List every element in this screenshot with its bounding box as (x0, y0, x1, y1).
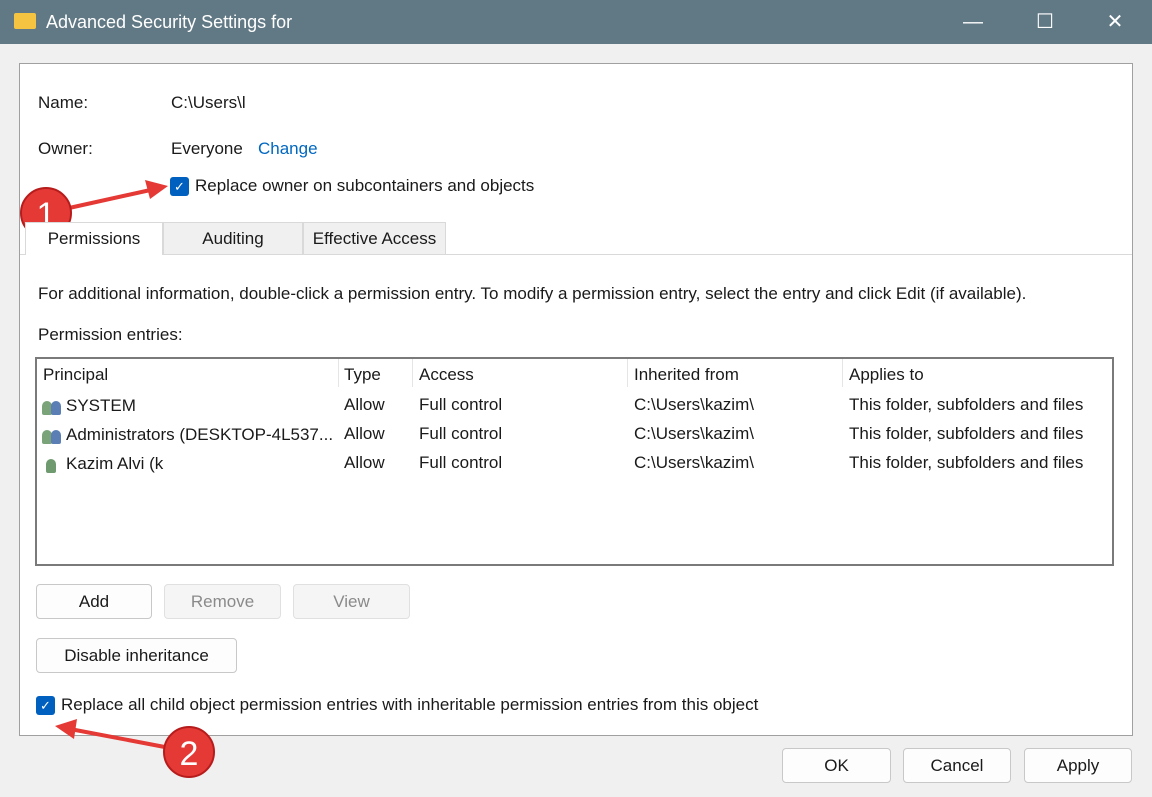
column-applies-to[interactable]: Applies to (849, 365, 924, 385)
annotation-number-2: 2 (180, 735, 199, 773)
name-value: C:\Users\l (171, 93, 246, 112)
column-divider (412, 359, 413, 387)
column-access[interactable]: Access (419, 365, 474, 385)
access: Full control (419, 453, 503, 472)
apply-button[interactable]: Apply (1024, 748, 1132, 783)
window-title: Advanced Security Settings for (46, 12, 293, 32)
permission-entries-label: Permission entries: (38, 325, 183, 344)
applies-to: This folder, subfolders and files (849, 424, 1084, 443)
principal: Administrators (DESKTOP-4L537... (66, 425, 334, 444)
table-row[interactable]: Administrators (DESKTOP-4L537... Allow F… (37, 422, 1112, 451)
access: Full control (419, 424, 503, 443)
column-divider (338, 359, 339, 387)
replace-child-permissions-label: Replace all child object permission entr… (61, 695, 759, 714)
owner-value: Everyone (171, 139, 243, 158)
info-text: For additional information, double-click… (38, 284, 1027, 303)
principal: SYSTEM (66, 396, 136, 415)
column-type[interactable]: Type (344, 365, 381, 385)
inherited-from: C:\Users\kazim\ (634, 453, 754, 472)
folder-icon (14, 13, 36, 29)
table-row[interactable]: SYSTEM Allow Full control C:\Users\kazim… (37, 393, 1112, 422)
replace-owner-label: Replace owner on subcontainers and objec… (195, 176, 535, 195)
ok-button[interactable]: OK (782, 748, 891, 783)
minimize-button[interactable]: — (958, 8, 988, 36)
applies-to: This folder, subfolders and files (849, 395, 1084, 414)
type: Allow (344, 453, 385, 472)
group-users-icon (42, 424, 62, 444)
replace-owner-checkbox[interactable]: ✓ (170, 177, 189, 196)
type: Allow (344, 424, 385, 443)
maximize-button[interactable]: ☐ (1030, 8, 1060, 36)
remove-button[interactable]: Remove (164, 584, 281, 619)
principal: Kazim Alvi (k (66, 454, 164, 473)
tab-divider (20, 254, 1132, 255)
access: Full control (419, 395, 503, 414)
tab-auditing[interactable]: Auditing (163, 222, 303, 254)
inherited-from: C:\Users\kazim\ (634, 424, 754, 443)
add-button[interactable]: Add (36, 584, 152, 619)
name-label: Name: (38, 93, 89, 112)
disable-inheritance-button[interactable]: Disable inheritance (36, 638, 237, 673)
permission-entries-table[interactable]: Principal Type Access Inherited from App… (35, 357, 1114, 566)
group-users-icon (42, 395, 62, 415)
owner-label: Owner: (38, 139, 93, 158)
view-button[interactable]: View (293, 584, 410, 619)
type: Allow (344, 395, 385, 414)
close-button[interactable]: ✕ (1100, 8, 1130, 36)
applies-to: This folder, subfolders and files (849, 453, 1084, 472)
table-row[interactable]: Kazim Alvi (k Allow Full control C:\User… (37, 451, 1112, 480)
user-icon (42, 453, 62, 473)
security-panel: Name: C:\Users\l Owner: Everyone Change … (19, 63, 1133, 736)
column-divider (627, 359, 628, 387)
cancel-button[interactable]: Cancel (903, 748, 1011, 783)
column-inherited-from[interactable]: Inherited from (634, 365, 739, 385)
tab-permissions[interactable]: Permissions (25, 222, 163, 255)
column-principal[interactable]: Principal (43, 365, 108, 385)
replace-child-permissions-checkbox[interactable]: ✓ (36, 696, 55, 715)
title-bar: Advanced Security Settings for — ☐ ✕ (0, 0, 1152, 44)
inherited-from: C:\Users\kazim\ (634, 395, 754, 414)
column-divider (842, 359, 843, 387)
tab-effective-access[interactable]: Effective Access (303, 222, 446, 254)
change-owner-link[interactable]: Change (258, 139, 318, 159)
